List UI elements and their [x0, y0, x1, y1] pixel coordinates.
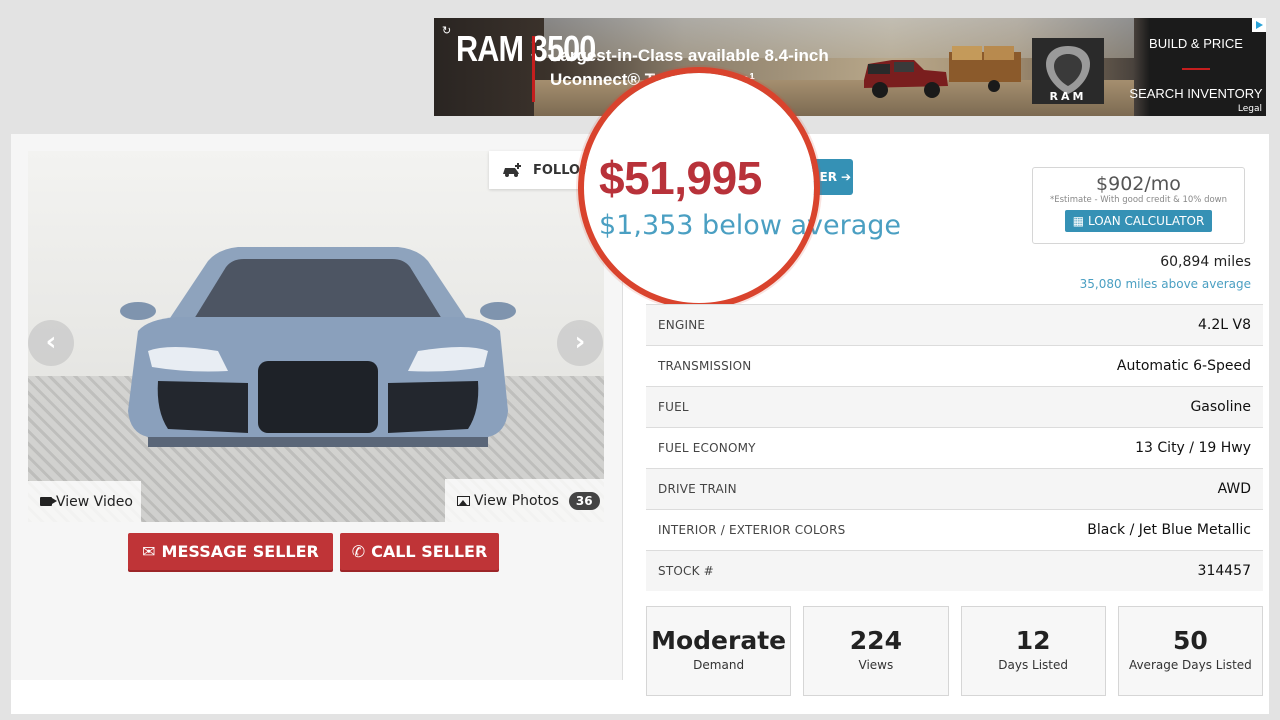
envelope-icon: ✉: [142, 542, 156, 561]
adchoices-icon[interactable]: [1252, 18, 1266, 32]
spec-value: 4.2L V8: [1198, 317, 1251, 333]
loan-estimate-box: $902/mo *Estimate - With good credit & 1…: [1032, 167, 1245, 244]
loan-calculator-label: LOAN CALCULATOR: [1088, 214, 1205, 228]
stat-label: Demand: [693, 658, 745, 672]
vehicle-photo[interactable]: ‹ › View Video View Photos 36: [28, 151, 604, 522]
stat-label: Views: [858, 658, 894, 672]
spec-row-fuel: FUEL Gasoline: [646, 386, 1263, 427]
view-video-label: View Video: [56, 493, 133, 510]
spec-value: 314457: [1197, 563, 1251, 579]
spec-value: Gasoline: [1190, 399, 1251, 415]
photo-count-badge: 36: [568, 491, 600, 510]
spec-row-engine: ENGINE 4.2L V8: [646, 304, 1263, 345]
stat-label: Average Days Listed: [1128, 658, 1252, 672]
loan-calculator-button[interactable]: ▦ LOAN CALCULATOR: [1064, 210, 1213, 232]
chevron-right-icon[interactable]: ›: [557, 320, 603, 366]
follow-car-icon: [503, 163, 521, 177]
monthly-payment: $902/mo: [1096, 173, 1181, 195]
build-and-price-link[interactable]: BUILD & PRICE: [1126, 36, 1266, 51]
listing-card: ‹ › View Video View Photos 36 FOLLOW ✉ M…: [11, 67, 1269, 714]
listing-price: $51,995: [599, 152, 762, 204]
truck-image: [864, 46, 1021, 98]
view-photos-label: View Photos: [474, 492, 559, 509]
spec-row-fuel-economy: FUEL ECONOMY 13 City / 19 Hwy: [646, 427, 1263, 468]
spec-row-stock: STOCK # 314457: [646, 550, 1263, 591]
spec-label: FUEL: [658, 400, 689, 414]
ad-cta-divider: [1182, 68, 1210, 70]
price-below-average: $1,353 below average: [599, 210, 902, 241]
ad-banner[interactable]: ↻ RAM 3500 Largest-in-Class available 8.…: [434, 18, 1266, 116]
spec-row-colors: INTERIOR / EXTERIOR COLORS Black / Jet B…: [646, 509, 1263, 550]
ad-logo-text: RAM: [1049, 90, 1087, 103]
stat-value: 12: [1015, 626, 1051, 655]
search-inventory-link[interactable]: SEARCH INVENTORY: [1126, 86, 1266, 101]
chevron-left-icon[interactable]: ‹: [28, 320, 74, 366]
message-seller-label: MESSAGE SELLER: [161, 542, 319, 561]
stat-value: 224: [849, 626, 902, 655]
stats-row: Moderate Demand 224 Views 12 Days Listed…: [646, 606, 1263, 696]
spec-label: ENGINE: [658, 318, 706, 332]
car-image: [120, 247, 516, 447]
refresh-icon[interactable]: ↻: [442, 24, 451, 37]
stat-days-listed: 12 Days Listed: [960, 606, 1106, 696]
spec-value: 13 City / 19 Hwy: [1135, 440, 1251, 456]
spec-label: STOCK #: [658, 564, 714, 578]
image-icon: [457, 495, 470, 506]
spec-table: ENGINE 4.2L V8 TRANSMISSION Automatic 6-…: [646, 304, 1263, 591]
stat-value: Moderate: [651, 626, 787, 655]
ad-legal-link[interactable]: Legal: [1238, 104, 1262, 114]
call-seller-label: CALL SELLER: [371, 542, 488, 561]
spec-label: TRANSMISSION: [658, 359, 752, 373]
calculator-icon: ▦: [1072, 214, 1085, 228]
spec-row-transmission: TRANSMISSION Automatic 6-Speed: [646, 345, 1263, 386]
video-camera-icon: [40, 497, 57, 506]
ad-separator: [532, 36, 535, 102]
stat-demand: Moderate Demand: [646, 606, 792, 696]
stat-value: 50: [1172, 626, 1208, 655]
stat-label: Days Listed: [998, 658, 1068, 672]
spec-value: Automatic 6-Speed: [1116, 358, 1251, 374]
spec-value: Black / Jet Blue Metallic: [1087, 522, 1251, 538]
spec-row-drive-train: DRIVE TRAIN AWD: [646, 468, 1263, 509]
spec-label: FUEL ECONOMY: [658, 441, 756, 455]
monthly-payment-note: *Estimate - With good credit & 10% down: [1049, 195, 1228, 205]
spec-label: DRIVE TRAIN: [658, 482, 737, 496]
mileage-note: 35,080 miles above average: [1079, 277, 1251, 291]
follow-button[interactable]: FOLLOW: [489, 151, 599, 189]
arrow-circle-right-icon: ➔: [840, 170, 852, 184]
mileage: 60,894 miles: [1160, 254, 1251, 270]
gallery-panel: ‹ › View Video View Photos 36 FOLLOW ✉ M…: [11, 134, 623, 680]
stat-views: 224 Views: [803, 606, 949, 696]
phone-icon: ✆: [351, 542, 366, 561]
stat-average-days-listed: 50 Average Days Listed: [1117, 606, 1263, 696]
view-video-button[interactable]: View Video: [28, 481, 141, 522]
message-seller-button[interactable]: ✉ MESSAGE SELLER: [128, 533, 333, 570]
spec-value: AWD: [1217, 481, 1251, 497]
call-seller-button[interactable]: ✆ CALL SELLER: [340, 533, 499, 570]
spec-label: INTERIOR / EXTERIOR COLORS: [658, 523, 846, 537]
view-photos-button[interactable]: View Photos 36: [445, 479, 604, 522]
